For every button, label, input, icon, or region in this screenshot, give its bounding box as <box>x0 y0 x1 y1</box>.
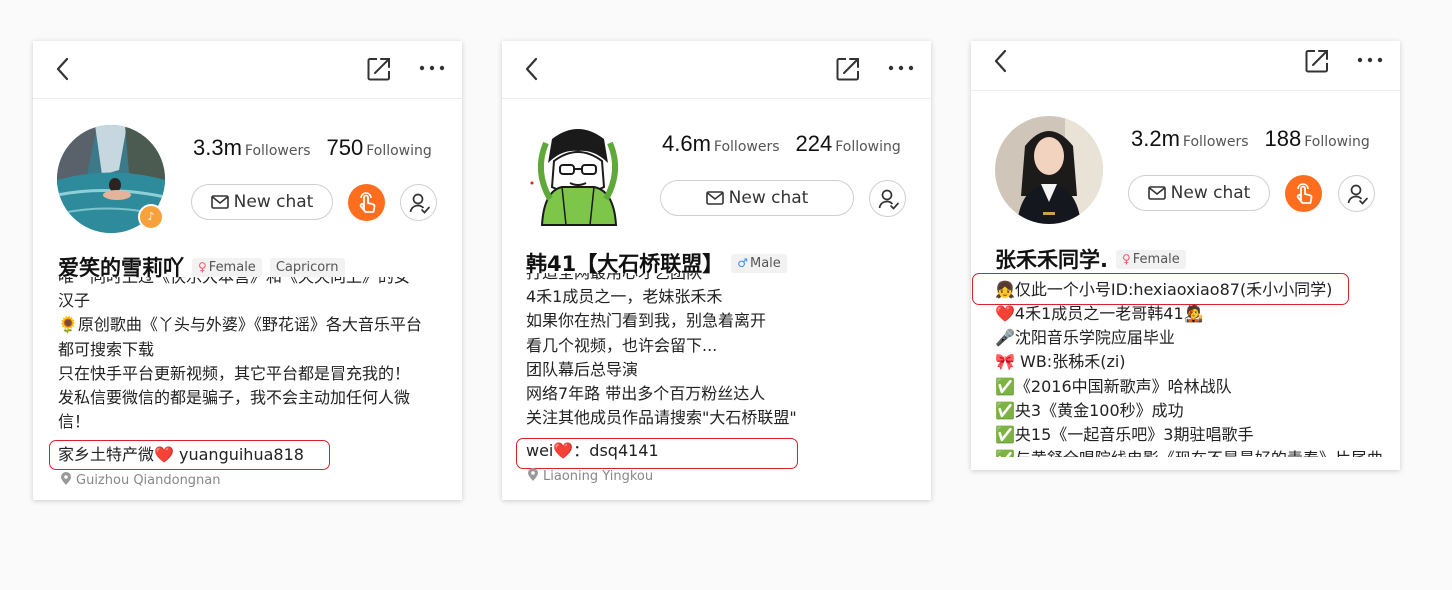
back-arrow-icon[interactable] <box>991 46 1011 76</box>
gender-tag-label: Male <box>750 255 781 271</box>
location-pin-icon <box>527 468 539 482</box>
top-bar <box>33 41 462 99</box>
bio-line: 4禾1成员之一，老妹张禾禾 <box>526 287 723 307</box>
bio-line: 🎤沈阳音乐学院应届毕业 <box>995 328 1175 348</box>
follow-icon <box>1339 176 1376 213</box>
bio-line: 关注其他成员作品请搜索"大石桥联盟" <box>526 408 797 428</box>
bio-line: 唯一同时上过《快乐大本营》和《天天向上》的女 <box>58 277 453 289</box>
new-chat-button[interactable]: New chat <box>1128 175 1270 211</box>
new-chat-label: New chat <box>233 192 314 212</box>
touch-button[interactable] <box>1285 175 1322 212</box>
bio-line: ❤️4禾1成员之一老哥韩41🧑‍🎤 <box>995 304 1204 323</box>
music-note-icon: ♪ <box>138 204 164 230</box>
followers-count[interactable]: 4.6m <box>662 131 711 156</box>
bio-line: 看几个视频，也许会留下... <box>526 335 718 355</box>
bio-line: 🎀 WB:张秭禾(zi) <box>995 352 1126 372</box>
bio-text: 打造全网最用心才艺团队 4禾1成员之一，老妹张禾禾 如果你在热门看到我，别急着离… <box>526 273 921 441</box>
bio-line: 🌻原创歌曲《丫头与外婆》《野花谣》各大音乐平台 <box>58 315 422 335</box>
follow-icon <box>870 181 907 218</box>
stats-row: 4.6m Followers 224 Following <box>662 131 917 157</box>
new-chat-button[interactable]: New chat <box>660 180 854 216</box>
touch-icon <box>348 184 385 221</box>
share-icon[interactable] <box>1303 47 1331 75</box>
following-count[interactable]: 224 <box>796 131 833 156</box>
following-label[interactable]: Following <box>1304 134 1370 150</box>
followers-label[interactable]: Followers <box>714 139 780 155</box>
following-label[interactable]: Following <box>835 139 901 155</box>
gender-tag-label: Female <box>1132 251 1180 267</box>
location: Liaoning Yingkou <box>527 468 653 484</box>
bio-text: ❤️4禾1成员之一老哥韩41🧑‍🎤 🎤沈阳音乐学院应届毕业 🎀 WB:张秭禾(z… <box>995 302 1390 457</box>
profile-card-3: 3.2m Followers 188 Following New chat 张禾禾同学… <box>971 41 1400 470</box>
touch-icon <box>1285 175 1322 212</box>
bio-line: 只在快手平台更新视频，其它平台都是冒充我的！ <box>58 363 411 383</box>
touch-button[interactable] <box>348 184 385 221</box>
location-text: Guizhou Qiandongnan <box>76 473 221 488</box>
gender-tag: ♂ Male <box>731 253 787 273</box>
new-chat-label: New chat <box>1170 183 1251 203</box>
profile-name: 张禾禾同学. <box>995 248 1108 272</box>
name-row: 张禾禾同学. ♀ Female <box>995 244 1186 274</box>
male-icon: ♂ <box>737 256 748 270</box>
followers-label[interactable]: Followers <box>245 143 311 159</box>
top-bar <box>502 41 931 99</box>
zodiac-tag: Capricorn <box>269 257 345 277</box>
profile-card-2: 4.6m Followers 224 Following New chat 韩41【大… <box>502 41 931 500</box>
stats-row: 3.2m Followers 188 Following <box>1131 126 1386 152</box>
follow-icon <box>401 185 438 222</box>
new-chat-label: New chat <box>728 188 809 208</box>
mail-icon <box>706 191 724 205</box>
bio-line: 打造全网最用心才艺团队 <box>526 273 921 285</box>
bio-line: ✅《2016中国新歌声》哈林战队 <box>995 376 1232 396</box>
avatar[interactable] <box>524 121 632 229</box>
share-icon[interactable] <box>834 55 862 83</box>
followers-count[interactable]: 3.2m <box>1131 126 1180 151</box>
location: Guizhou Qiandongnan <box>60 472 221 488</box>
top-bar <box>971 41 1400 91</box>
bio-line: 汉子 <box>58 291 91 311</box>
avatar[interactable] <box>995 116 1103 224</box>
bio-line: 如果你在热门看到我，别急着离开 <box>526 311 767 331</box>
bio-line: 都可搜索下载 <box>58 339 155 359</box>
following-label[interactable]: Following <box>366 143 432 159</box>
bio-text: 唯一同时上过《快乐大本营》和《天天向上》的女 汉子 🌻原创歌曲《丫头与外婆》《野… <box>58 277 453 445</box>
follow-button[interactable] <box>869 180 906 217</box>
back-arrow-icon[interactable] <box>522 54 542 84</box>
bio-line: 网络7年路 带出多个百万粉丝达人 <box>526 383 766 403</box>
more-icon[interactable] <box>1355 50 1385 70</box>
gender-tag-label: Female <box>208 259 256 275</box>
bio-line: 团队幕后总导演 <box>526 359 639 379</box>
follow-button[interactable] <box>400 184 437 221</box>
gender-tag: ♀ Female <box>1115 249 1186 269</box>
female-icon: ♀ <box>198 260 207 274</box>
location-pin-icon <box>60 472 72 486</box>
profile-card-1: ♪ 3.3m Followers 750 Following New chat 爱笑的… <box>33 41 462 500</box>
followers-count[interactable]: 3.3m <box>193 135 242 160</box>
highlight-box <box>49 440 330 470</box>
gender-tag: ♀ Female <box>192 257 262 277</box>
bio-line: ✅央3《黄金100秒》成功 <box>995 400 1184 420</box>
share-icon[interactable] <box>365 55 393 83</box>
follow-button[interactable] <box>1338 175 1375 212</box>
bio-line: 信！ <box>58 412 91 432</box>
followers-label[interactable]: Followers <box>1183 134 1249 150</box>
following-count[interactable]: 750 <box>327 135 364 160</box>
back-arrow-icon[interactable] <box>53 54 73 84</box>
bio-line: ✅与黄舒全唱院线电影《现在不是最好的青春》片尾曲 <box>995 447 1390 457</box>
stats-row: 3.3m Followers 750 Following <box>193 135 448 161</box>
more-icon[interactable] <box>417 58 447 78</box>
location-text: Liaoning Yingkou <box>543 469 654 484</box>
female-icon: ♀ <box>1121 252 1131 266</box>
mail-icon <box>211 195 229 209</box>
bio-line: ✅央15《一起音乐吧》3期驻唱歌手 <box>995 424 1254 444</box>
highlight-box <box>516 438 798 469</box>
highlight-box <box>972 273 1349 305</box>
following-count[interactable]: 188 <box>1265 126 1302 151</box>
more-icon[interactable] <box>886 58 916 78</box>
new-chat-button[interactable]: New chat <box>191 184 333 220</box>
mail-icon <box>1148 186 1166 200</box>
bio-line: 发私信要微信的都是骗子，我不会主动加任何人微 <box>58 387 411 407</box>
